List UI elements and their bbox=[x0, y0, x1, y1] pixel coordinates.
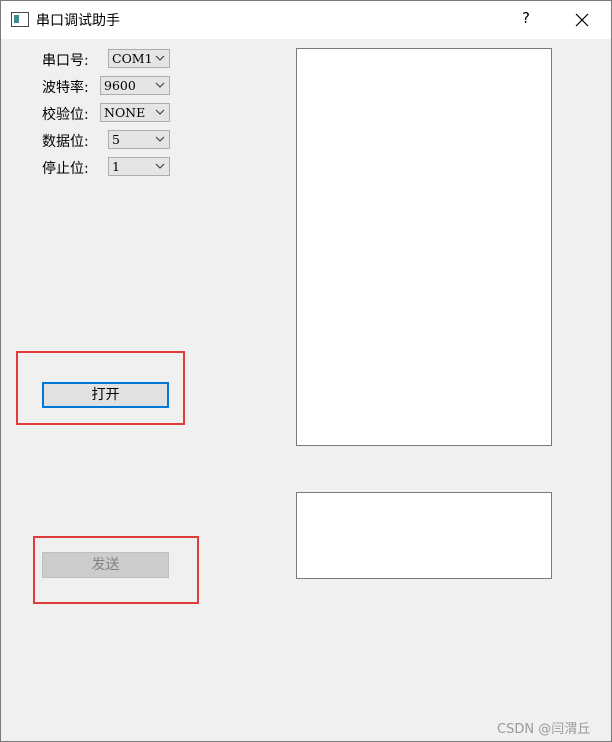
baud-rate-combobox[interactable]: 9600 bbox=[100, 76, 170, 95]
baud-rate-label: 波特率: bbox=[42, 80, 89, 96]
data-bits-value: 5 bbox=[112, 132, 120, 147]
chevron-down-icon bbox=[155, 55, 165, 61]
baud-rate-value: 9600 bbox=[104, 78, 136, 93]
parity-combobox[interactable]: NONE bbox=[100, 103, 170, 122]
chevron-down-icon bbox=[155, 136, 165, 142]
close-button[interactable] bbox=[572, 10, 592, 30]
open-button[interactable]: 打开 bbox=[42, 382, 169, 408]
window-title: 串口调试助手 bbox=[36, 13, 120, 29]
data-bits-combobox[interactable]: 5 bbox=[108, 130, 170, 149]
stop-bits-value: 1 bbox=[112, 159, 120, 174]
title-bar: 串口调试助手 ? bbox=[1, 1, 611, 39]
parity-label: 校验位: bbox=[42, 107, 89, 123]
receive-text-area[interactable] bbox=[296, 48, 552, 446]
chevron-down-icon bbox=[155, 82, 165, 88]
send-text-area[interactable] bbox=[296, 492, 552, 579]
parity-value: NONE bbox=[104, 105, 146, 120]
stop-bits-combobox[interactable]: 1 bbox=[108, 157, 170, 176]
chevron-down-icon bbox=[155, 163, 165, 169]
app-window-icon bbox=[11, 12, 29, 27]
watermark-text: CSDN @闫渭丘 bbox=[497, 722, 591, 737]
help-button[interactable]: ? bbox=[519, 9, 533, 27]
chevron-down-icon bbox=[155, 109, 165, 115]
port-combobox[interactable]: COM1 bbox=[108, 49, 170, 68]
port-label: 串口号: bbox=[42, 53, 89, 69]
send-button[interactable]: 发送 bbox=[42, 552, 169, 578]
port-value: COM1 bbox=[112, 51, 153, 66]
data-bits-label: 数据位: bbox=[42, 134, 89, 150]
close-icon bbox=[575, 13, 589, 27]
stop-bits-label: 停止位: bbox=[42, 161, 89, 177]
